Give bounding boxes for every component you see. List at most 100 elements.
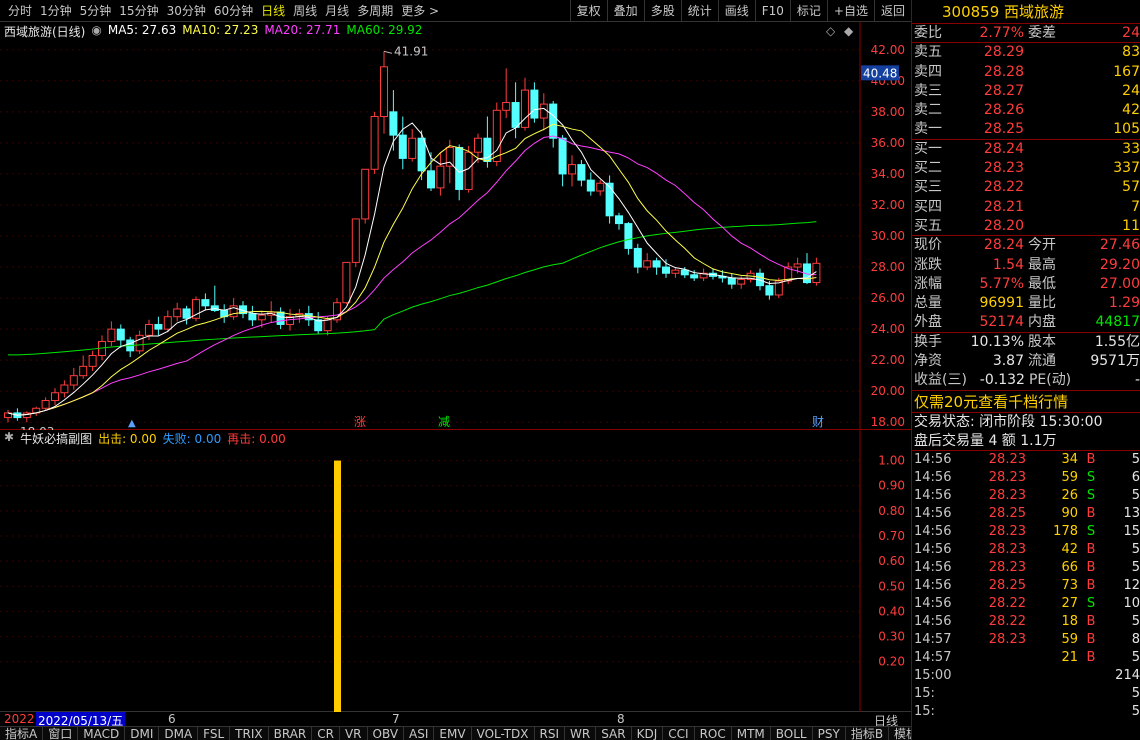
indicator-tab[interactable]: TRIX	[230, 727, 269, 740]
period-tab[interactable]: 日线	[257, 0, 289, 22]
ask-row[interactable]: 卖四 28.28 167	[912, 63, 1140, 82]
period-tab[interactable]: 60分钟	[210, 0, 257, 22]
price-tag-label: 40.48	[863, 66, 897, 80]
period-tab[interactable]: 更多 >	[397, 0, 443, 22]
indicator-tab[interactable]: 指标A	[0, 727, 44, 740]
indicator-tab[interactable]: FSL	[198, 727, 231, 740]
tab-control[interactable]: 指标B	[846, 727, 890, 740]
indicator-tab[interactable]: DMI	[125, 727, 160, 740]
period-tab[interactable]: 多周期	[353, 0, 397, 22]
bid-volume: 7	[1131, 198, 1140, 215]
price-tick-label: 18.00	[871, 415, 905, 429]
bid-row[interactable]: 买四 28.21 7	[912, 198, 1140, 217]
indicator-tab[interactable]: DMA	[159, 727, 199, 740]
stat-label: 内盘	[1028, 314, 1056, 331]
stock-header[interactable]: 300859 西域旅游	[912, 0, 1140, 24]
promo-link[interactable]: 仅需20元查看千档行情	[912, 391, 1140, 413]
candle-body	[727, 277, 736, 285]
indicator-tab[interactable]: ROC	[695, 727, 732, 740]
price-tick-label: 20.00	[871, 384, 905, 398]
tick-count: 5	[1131, 614, 1140, 630]
indicator-tab[interactable]: BOLL	[771, 727, 813, 740]
toolbar-button[interactable]: 画线	[717, 0, 755, 22]
tick-price	[956, 703, 1026, 721]
sub-tick-label: 0.70	[878, 529, 905, 543]
indicator-tab[interactable]: KDJ	[632, 727, 664, 740]
candle	[69, 367, 78, 390]
indicator-tab[interactable]: MACD	[78, 727, 126, 740]
toolbar-button[interactable]: 多股	[643, 0, 681, 22]
indicator-tab[interactable]: MTM	[732, 727, 771, 740]
bid-row[interactable]: 买一 28.24 33	[912, 140, 1140, 159]
indicator-tab[interactable]: BRAR	[269, 727, 313, 740]
bid-row[interactable]: 买五 28.20 11	[912, 217, 1140, 237]
candle-body	[605, 182, 614, 217]
indicator-tab[interactable]: PSY	[813, 727, 846, 740]
toolbar-button[interactable]: 统计	[680, 0, 718, 22]
tick-volume: 73	[1061, 578, 1078, 594]
stat-row: 总量 96991 量比 1.29	[912, 294, 1140, 313]
bid-row[interactable]: 买二 28.23 337	[912, 159, 1140, 178]
candle-body	[276, 311, 285, 325]
action-buttons: 复权 叠加 多股 统计 画线 F10 标记 +自选 返回	[569, 0, 911, 22]
tick-count: 6	[1131, 470, 1140, 486]
candle-body	[671, 269, 680, 274]
indicator-tab[interactable]: ASI	[404, 727, 435, 740]
tick-row: 14:57 28.23 59 B 8	[912, 631, 1140, 649]
indicator-subchart[interactable]: 1.00 0.90 0.80 0.70 0.60 0.50 0.40 0.30 0.20 ✱ 牛…	[0, 430, 911, 712]
indicator-tab[interactable]: VOL-TDX	[472, 727, 535, 740]
tab-control[interactable]: 模板	[889, 727, 911, 740]
candle-body	[652, 260, 661, 268]
tick-time: 14:56	[914, 506, 952, 522]
stat-row: 外盘 52174 内盘 44817	[912, 313, 1140, 333]
toolbar-button[interactable]: 叠加	[606, 0, 644, 22]
period-tab[interactable]: 周线	[289, 0, 321, 22]
period-tab[interactable]: 30分钟	[163, 0, 210, 22]
tick-time: 14:56	[914, 470, 952, 486]
indicator-tab[interactable]: EMV	[434, 727, 472, 740]
candle-body	[643, 260, 652, 268]
indicator-tab[interactable]: VR	[340, 727, 368, 740]
ask-row[interactable]: 卖二 28.26 42	[912, 101, 1140, 120]
period-toolbar: 分时 1分钟 5分钟 15分钟 30分钟 60分钟 日线 周线 月线 多周期 更多 > 复权 叠加 多股…	[0, 0, 911, 22]
toolbar-button[interactable]: 复权	[569, 0, 607, 22]
candle	[370, 111, 379, 174]
stat-label: 最高	[1028, 256, 1056, 273]
candle-body	[370, 115, 379, 170]
indicator-tab[interactable]: WR	[565, 727, 597, 740]
indicator-tab[interactable]: CCI	[663, 727, 695, 740]
period-tab[interactable]: 分时	[4, 0, 36, 22]
tick-price	[956, 667, 1026, 685]
tick-volume: 178	[1053, 524, 1078, 540]
candle	[248, 305, 257, 327]
ask-volume: 105	[1113, 121, 1140, 138]
toolbar-button[interactable]: 标记	[789, 0, 827, 22]
candle-body	[596, 182, 605, 192]
settings-icon[interactable]: ◉	[91, 23, 101, 39]
indicator-tab[interactable]: SAR	[596, 727, 632, 740]
tick-side: B	[1086, 506, 1096, 522]
kline-chart[interactable]: 42.00 40.00 38.00 36.00 34.00 32.00 30.00 28.00…	[0, 22, 911, 439]
gear-icon[interactable]: ✱	[4, 430, 14, 447]
candle	[380, 51, 388, 134]
ask-row[interactable]: 卖三 28.27 24	[912, 82, 1140, 101]
toolbar-button[interactable]: 返回	[873, 0, 911, 22]
bid-row[interactable]: 买三 28.22 57	[912, 178, 1140, 197]
period-tab[interactable]: 1分钟	[36, 0, 76, 22]
ask-row[interactable]: 卖一 28.25 105	[912, 120, 1140, 140]
toolbar-button[interactable]: +自选	[826, 0, 874, 22]
period-tab[interactable]: 15分钟	[115, 0, 162, 22]
ask-row[interactable]: 卖五 28.29 83	[912, 43, 1140, 62]
indicator-tab[interactable]: 窗口	[43, 727, 79, 740]
diamond-icon[interactable]: ◇	[826, 24, 835, 38]
tick-price: 28.22	[988, 614, 1026, 630]
indicator-tab[interactable]: CR	[312, 727, 340, 740]
indicator-tab[interactable]: OBV	[368, 727, 405, 740]
period-tab[interactable]: 月线	[321, 0, 353, 22]
indicator-tab[interactable]: RSI	[535, 727, 566, 740]
fail-value: 失败: 0.00	[162, 432, 222, 446]
candle	[135, 330, 144, 354]
collapse-icon[interactable]: ◆	[844, 24, 853, 38]
toolbar-button[interactable]: F10	[754, 0, 790, 22]
period-tab[interactable]: 5分钟	[76, 0, 116, 22]
